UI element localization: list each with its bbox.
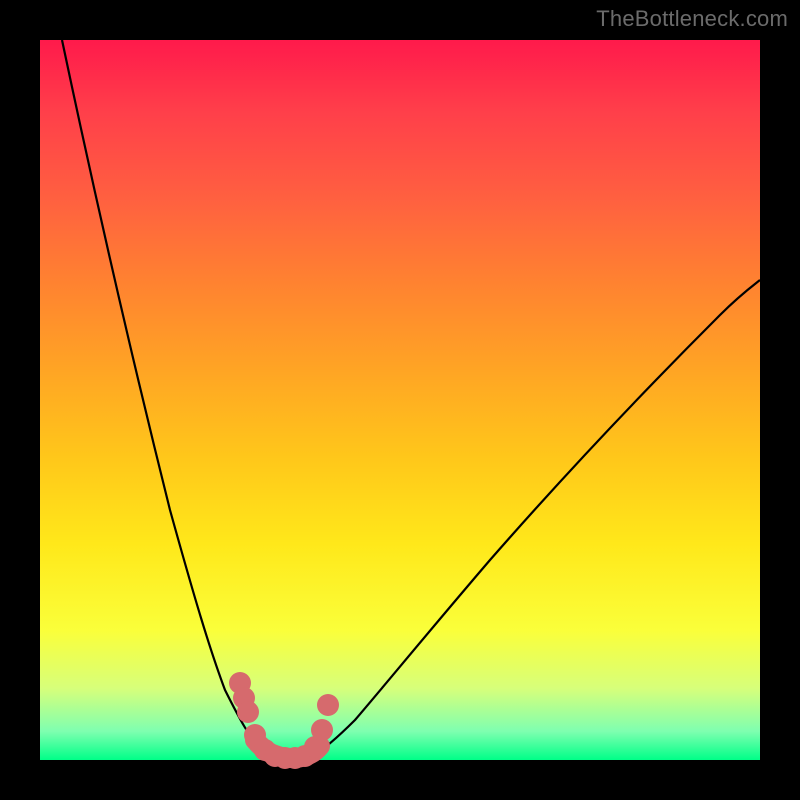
highlight-dot <box>237 701 259 723</box>
plot-area <box>40 40 760 760</box>
highlight-dot <box>317 694 339 716</box>
highlight-dot <box>311 719 333 741</box>
watermark-text: TheBottleneck.com <box>596 6 788 32</box>
chart-frame: TheBottleneck.com <box>0 0 800 800</box>
curve-left-branch <box>62 40 275 758</box>
curve-svg <box>40 40 760 760</box>
curve-right-branch <box>310 280 760 758</box>
